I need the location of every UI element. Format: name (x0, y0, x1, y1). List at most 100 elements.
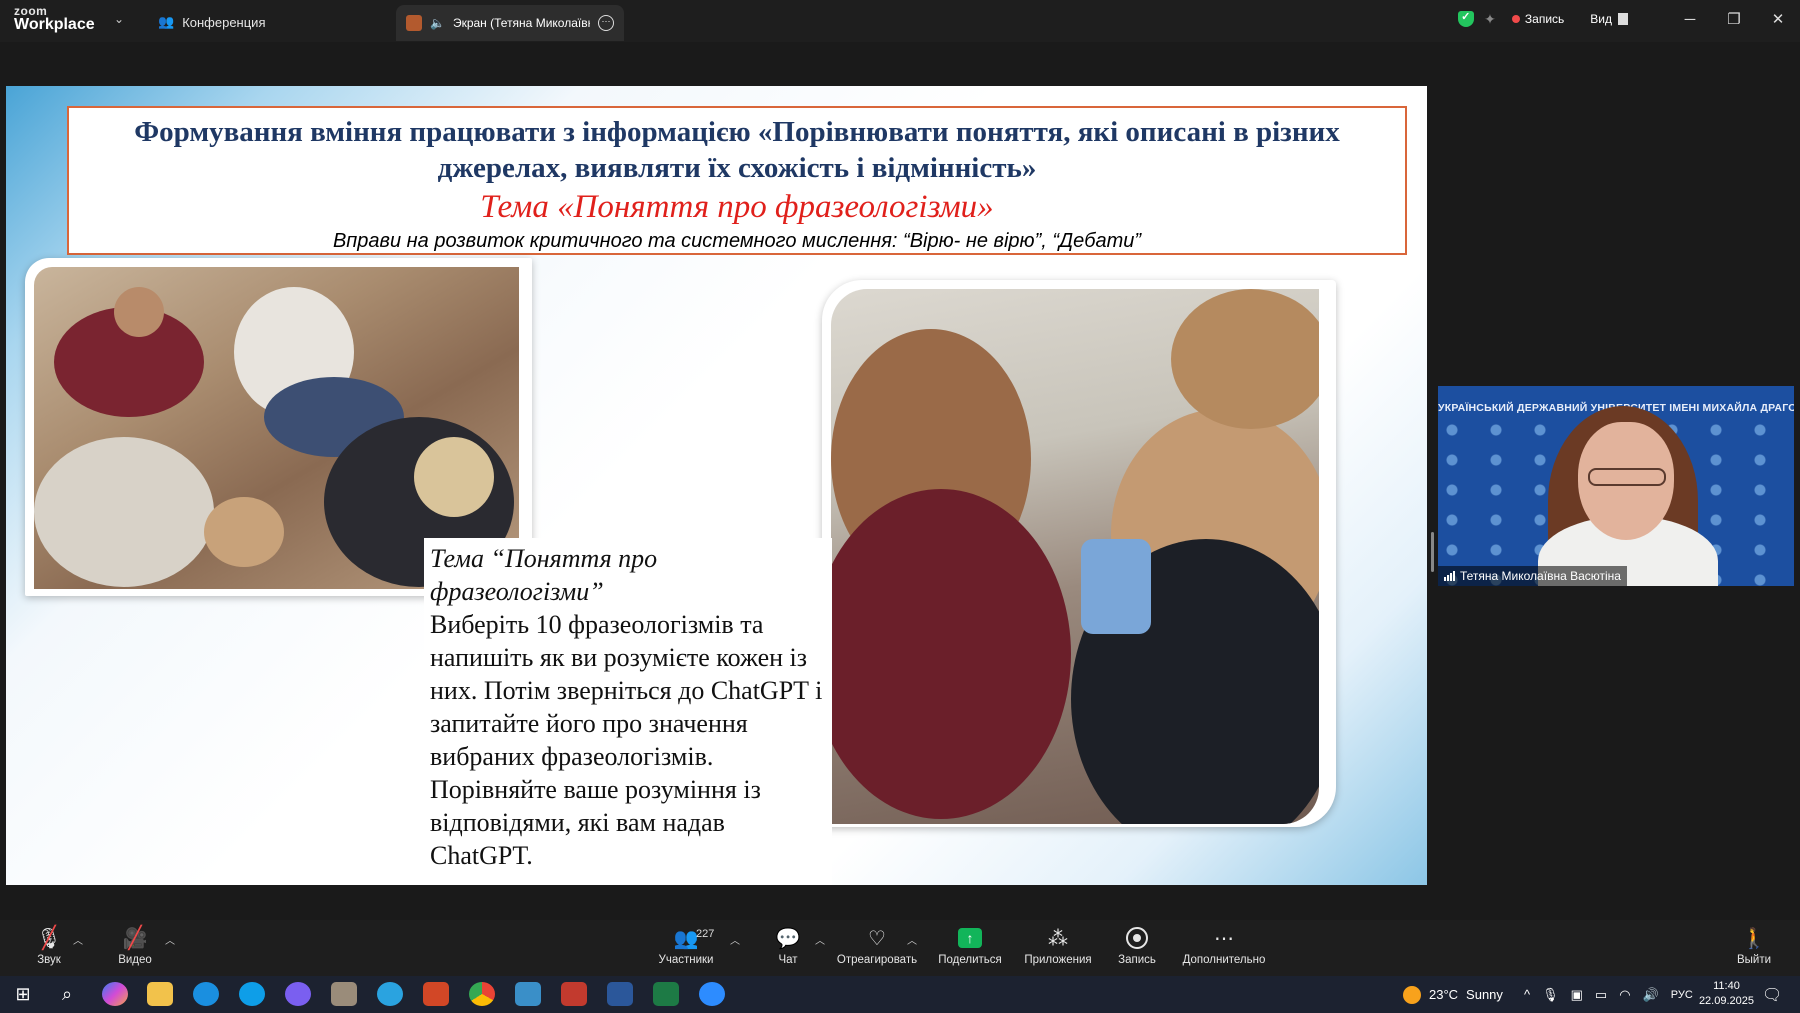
weather-temperature: 23°C (1429, 987, 1459, 1002)
title-bar: zoom Workplace ⌄ 👥 Конференция 🔈 Экран (… (0, 0, 1800, 42)
record-label: Запись (1118, 954, 1156, 966)
speaker-icon: 🔈 (430, 16, 445, 30)
excel-icon[interactable] (653, 982, 679, 1006)
people-icon: 👥 (158, 14, 175, 29)
tab-conference[interactable]: 👥 Конференция (158, 11, 265, 33)
system-tray: ^ 🎙 ▣ ▭ ◠ 🔊 РУС (1524, 976, 1693, 1013)
volume-icon[interactable]: 🔊 (1643, 987, 1659, 1003)
notifications-icon[interactable]: 🗨 (1762, 976, 1782, 1013)
zoom-workplace-logo[interactable]: zoom Workplace (14, 5, 95, 33)
minimize-button[interactable]: ─ (1668, 11, 1712, 28)
chrome-icon[interactable] (469, 982, 495, 1006)
presentation-slide: Формування вміння працювати з інформаціє… (6, 86, 1427, 885)
more-options-icon: ⋯ (1214, 927, 1234, 950)
record-button[interactable]: Запись (1092, 926, 1182, 966)
battery-icon[interactable]: ▭ (1595, 987, 1607, 1003)
weather-widget[interactable]: 23°C Sunny (1403, 976, 1503, 1013)
clock-date: 22.09.2025 (1698, 995, 1754, 1007)
tab-screen-share-label: Экран (Тетяна Миколаївна В (452, 16, 590, 30)
slide-title-line-1: Формування вміння працювати з інформаціє… (134, 116, 1340, 148)
more-button[interactable]: ⋯ Дополнительно (1179, 926, 1269, 967)
photo-frame-right (822, 280, 1336, 827)
clock-time: 11:40 (1713, 980, 1740, 992)
view-button-label[interactable]: Вид (1590, 12, 1612, 26)
close-button[interactable]: ✕ (1756, 10, 1800, 28)
audio-label: Звук (37, 954, 61, 966)
apps-icon: ⁂ (1048, 927, 1068, 950)
paint-icon[interactable] (331, 982, 357, 1006)
photos-icon[interactable] (515, 982, 541, 1006)
zoom-taskbar-icon[interactable] (699, 982, 725, 1006)
participant-name-tag: Тетяна Миколаївна Васютіна (1438, 566, 1627, 586)
chat-label: Чат (778, 954, 798, 966)
participants-button[interactable]: 👥 227 Участники (641, 926, 731, 967)
leave-label: Выйти (1736, 954, 1772, 966)
signal-strength-icon (1444, 571, 1455, 581)
copilot-icon[interactable] (102, 982, 128, 1006)
restore-button[interactable]: ❐ (1712, 10, 1756, 28)
record-icon (1126, 927, 1148, 949)
display-icon[interactable]: ▣ (1571, 987, 1583, 1003)
participants-caret-icon[interactable]: ︿ (730, 932, 740, 947)
apps-label: Приложения (1024, 954, 1092, 966)
video-options-caret-icon[interactable]: ︿ (165, 932, 175, 947)
share-label: Поделиться (938, 954, 1002, 966)
participants-icon: 👥 (673, 927, 699, 950)
presenter-avatar (406, 15, 422, 31)
leave-button[interactable]: 🚶 Выйти (1709, 926, 1799, 967)
split-handle[interactable] (1431, 532, 1434, 572)
recording-indicator[interactable]: Запись (1511, 12, 1564, 26)
share-button[interactable]: ↑ Поделиться (925, 926, 1015, 966)
react-caret-icon[interactable]: ︿ (907, 932, 917, 947)
file-explorer-icon[interactable] (147, 982, 173, 1006)
word-icon[interactable] (607, 982, 633, 1006)
encryption-shield-icon[interactable] (1458, 10, 1475, 27)
slide-title: Формування вміння працювати з інформаціє… (69, 114, 1405, 186)
tab-screen-share[interactable]: 🔈 Экран (Тетяна Миколаївна В ··· (396, 5, 624, 41)
participant-video-tile[interactable]: УКРАЇНСЬКИЙ ДЕРЖАВНИЙ УНІВЕРСИТЕТ ІМЕНІ … (1438, 386, 1794, 586)
powerpoint-icon[interactable] (423, 982, 449, 1006)
system-clock[interactable]: 11:40 22.09.2025 (1699, 979, 1754, 1009)
slide-header: Формування вміння працювати з інформаціє… (67, 106, 1407, 255)
gallery-icon[interactable] (561, 982, 587, 1006)
edge-browser-icon[interactable] (193, 982, 219, 1006)
weather-description: Sunny (1466, 987, 1503, 1002)
meeting-toolbar: 🎙 ╱ Звук ︿ 🎥 ╱ Видео ︿ 👥 227 Участники ︿ 💬… (0, 920, 1800, 976)
chevron-up-icon[interactable]: ^ (1524, 987, 1530, 1002)
viber-icon[interactable] (285, 982, 311, 1006)
participants-label: Участники (658, 954, 714, 966)
apps-button[interactable]: ⁂ Приложения (1013, 926, 1103, 967)
tab-conference-label: Конференция (182, 14, 266, 30)
sunny-weather-icon (1403, 985, 1421, 1004)
leave-icon: 🚶 (1741, 927, 1767, 950)
react-label: Отреагировать (836, 954, 918, 966)
wifi-icon[interactable]: ◠ (1619, 987, 1630, 1003)
view-layout-icon[interactable] (1618, 13, 1628, 25)
audio-options-caret-icon[interactable]: ︿ (73, 932, 83, 947)
share-screen-icon: ↑ (958, 928, 982, 948)
video-label: Видео (118, 954, 152, 966)
slide-title-line-2: джерелах, виявляти їх схожість і відмінн… (437, 152, 1037, 184)
ai-companion-icon[interactable]: ✦ (1484, 11, 1496, 28)
slide-subtitle: Вправи на розвиток критичного та системн… (332, 230, 1142, 252)
textbox-topic: Тема “Поняття про фразеологізми” (430, 544, 658, 606)
chevron-down-icon[interactable]: ⌄ (114, 12, 124, 26)
participant-glasses (1588, 468, 1666, 486)
microphone-icon[interactable]: 🎙 (1542, 987, 1559, 1003)
participant-name: Тетяна Миколаївна Васютіна (1460, 569, 1621, 583)
chat-caret-icon[interactable]: ︿ (815, 932, 825, 947)
language-indicator[interactable]: РУС (1671, 989, 1693, 1001)
slide-task-textbox: Тема “Поняття про фразеологізми” Виберіт… (424, 538, 832, 885)
more-label: Дополнительно (1182, 954, 1266, 966)
telegram-icon[interactable] (377, 982, 403, 1006)
more-icon[interactable]: ··· (598, 15, 614, 31)
participants-count: 227 (696, 928, 715, 940)
classroom-photo-children-phones (831, 289, 1319, 824)
windows-taskbar: ⊞ ⌕ 23°C Sunny ^ 🎙 ▣ ▭ ◠ 🔊 РУС 11:40 22.… (0, 976, 1800, 1013)
search-icon[interactable]: ⌕ (54, 982, 80, 1006)
slide-topic: Тема «Поняття про фразеологізми» (480, 189, 994, 225)
textbox-body: Виберіть 10 фразеологізмів та напишіть я… (430, 610, 823, 870)
brand-large: Workplace (14, 16, 95, 33)
skype-icon[interactable] (239, 982, 265, 1006)
windows-start-icon[interactable]: ⊞ (10, 982, 36, 1006)
